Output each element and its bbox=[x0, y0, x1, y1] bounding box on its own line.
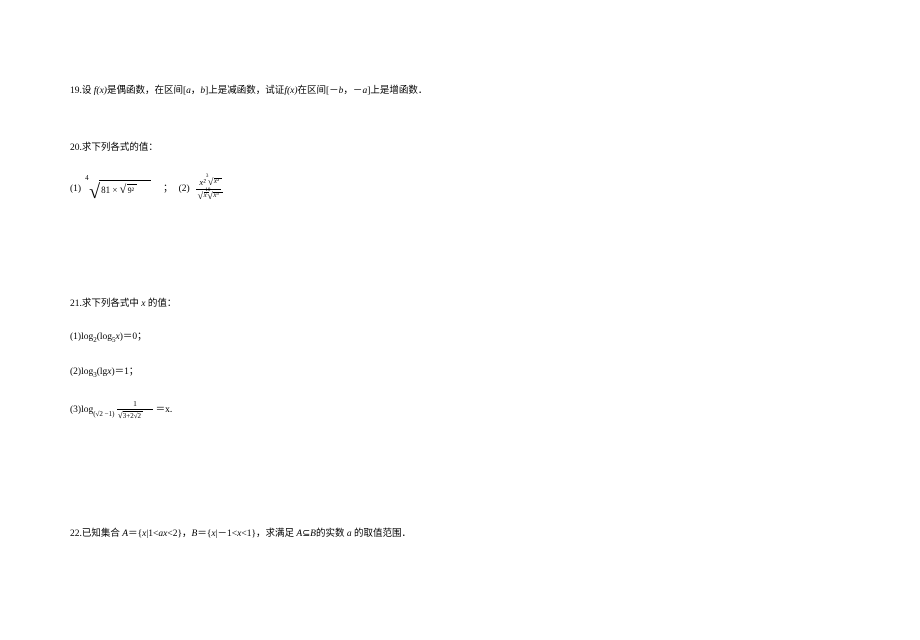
den-10-rad: x³ bbox=[213, 192, 218, 200]
q22-end: 的取值范围． bbox=[352, 529, 411, 539]
q20-sub2-label: (2) bbox=[179, 183, 190, 196]
num-x2: x² bbox=[199, 177, 205, 187]
q19-c1: ， bbox=[191, 86, 201, 96]
q21s3-eqx: ＝x. bbox=[156, 405, 173, 415]
fraction-denominator: √x 10√x³ bbox=[196, 191, 222, 202]
root-degree: 4 bbox=[85, 174, 89, 184]
q21s1-left: (log bbox=[97, 332, 112, 342]
problem-21-title: 21.求下列各式中 x 的值： bbox=[70, 298, 850, 311]
q22-ax: ax bbox=[158, 529, 167, 539]
vinculum-bar bbox=[99, 180, 151, 181]
radicand-content: 81 × √9² bbox=[101, 183, 126, 197]
den-sqrt-icon: √x bbox=[198, 191, 204, 202]
fraction-numerator: x² 3√x³ bbox=[197, 177, 219, 188]
exam-content: 19.设 f(x)是偶函数，在区间[a，b]上是减函数，试证f(x)在区间[－b… bbox=[70, 85, 850, 561]
num-cbrt-rad: x³ bbox=[214, 178, 219, 186]
problem-21-sub3: (3)log(√2 −1) 1 √3+2√2 ＝x. bbox=[70, 400, 850, 420]
q19-c2: ，－ bbox=[343, 86, 362, 96]
q20-semicolon: ； bbox=[163, 183, 173, 196]
q19-number: 19.设 bbox=[70, 86, 94, 96]
q21-tail: 的值： bbox=[148, 299, 177, 309]
inner-radicand: 9² bbox=[128, 185, 134, 196]
q19-t4: ]上是增函数． bbox=[367, 86, 427, 96]
q22-bar2: |－1< bbox=[216, 529, 238, 539]
q20-fraction: x² 3√x³ √x 10√x³ bbox=[196, 177, 222, 202]
q20-math-row: (1) 4 √ 81 × √9² ； (2) x² 3√x³ √x 10√x³ bbox=[70, 176, 221, 204]
q19-t1: 是偶函数，在区间[ bbox=[107, 86, 186, 96]
q19-fx2: f(x) bbox=[284, 86, 297, 96]
inner-surd-icon: √ bbox=[120, 182, 127, 196]
radicand-81: 81 × bbox=[101, 185, 120, 195]
tenth-root-icon: 10√x³ bbox=[207, 191, 213, 202]
problem-21-sub2: (2)log3(lgx)＝1； bbox=[70, 366, 850, 381]
problem-21-sub1: (1)log2(log5x)＝0； bbox=[70, 331, 850, 346]
radical-sign-icon: √ bbox=[89, 182, 100, 202]
q21s3-sqrt-icon: √3+2√2 bbox=[118, 411, 141, 420]
q21s2-label: (2)log bbox=[70, 367, 93, 377]
q21s1-right: )＝0； bbox=[120, 332, 147, 342]
q21s2-left: (lg bbox=[97, 367, 108, 377]
problem-20-expressions: (1) 4 √ 81 × √9² ； (2) x² 3√x³ √x 10√x³ bbox=[70, 176, 850, 204]
inner-sqrt-icon: √9² bbox=[120, 183, 127, 197]
q21s3-sqrt-rad: 3+2√2 bbox=[123, 412, 141, 420]
q22-subset: ⊆ bbox=[302, 529, 310, 539]
q20-sub1-label: (1) bbox=[70, 183, 81, 196]
q20-number: 20.求下列各式的值： bbox=[70, 143, 158, 153]
q22-tail: 的实数 bbox=[316, 529, 347, 539]
q21s3-label: (3)log bbox=[70, 405, 93, 415]
q19-t2: ]上是减函数，试证 bbox=[205, 86, 284, 96]
q22-lt1: <1}，求满足 bbox=[241, 529, 296, 539]
fourth-root-icon: 4 √ 81 × √9² bbox=[87, 176, 157, 204]
q22-eq1: ＝{ bbox=[128, 529, 142, 539]
q21s3-num: 1 bbox=[132, 400, 138, 408]
q22-bar1: |1< bbox=[146, 529, 158, 539]
problem-20-title: 20.求下列各式的值： bbox=[70, 142, 850, 155]
q22-lt2: <2}， bbox=[167, 529, 191, 539]
den-10deg: 10 bbox=[205, 188, 210, 194]
q19-fx: f(x) bbox=[94, 86, 107, 96]
q21-x: x bbox=[139, 299, 148, 309]
q21s3-base: (√2 −1) bbox=[93, 410, 114, 418]
problem-19: 19.设 f(x)是偶函数，在区间[a，b]上是减函数，试证f(x)在区间[－b… bbox=[70, 85, 850, 98]
q19-t3: 在区间[－ bbox=[298, 86, 339, 96]
q21s1-label: (1)log bbox=[70, 332, 93, 342]
q22-eq2: ＝{ bbox=[197, 529, 211, 539]
cube-root-icon: 3√x³ bbox=[208, 177, 214, 188]
problem-22: 22.已知集合 A＝{x|1<ax<2}，B＝{x|－1<x<1}，求满足 A⊆… bbox=[70, 528, 850, 541]
q21s3-fraction: 1 √3+2√2 bbox=[117, 400, 154, 420]
q21-number: 21.求下列各式中 bbox=[70, 299, 139, 309]
q22-number: 22.已知集合 bbox=[70, 529, 122, 539]
q21s3-den: √3+2√2 bbox=[117, 411, 154, 420]
q21s2-right: )＝1； bbox=[112, 367, 139, 377]
